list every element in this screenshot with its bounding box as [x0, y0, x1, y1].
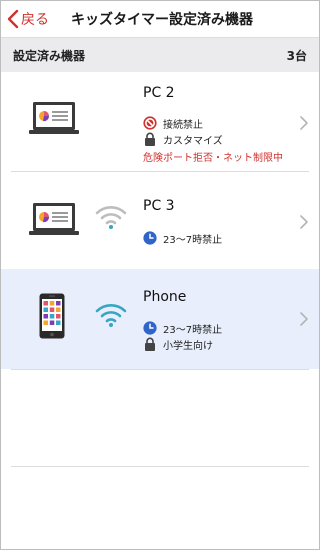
device-row-pc2[interactable]: PC 2 接続禁止 カスタマイズ 危険ポート拒否・ネット制限中 — [1, 73, 319, 171]
status-item: カスタマイズ — [143, 131, 223, 147]
status-item: 小学生向け — [143, 336, 213, 352]
warning-text: 危険ポート拒否・ネット制限中 — [143, 153, 283, 164]
page-title: キッズタイマー設定済み機器 — [71, 12, 253, 28]
chevron-right-icon — [300, 312, 308, 326]
device-row-phone[interactable]: Phone 23〜7時禁止 小学生向け — [1, 269, 319, 369]
status-text: 接続禁止 — [163, 119, 203, 131]
status-item: 接続禁止 — [143, 115, 203, 131]
status-text: 23〜7時禁止 — [163, 324, 223, 336]
chevron-right-icon — [300, 215, 308, 229]
row-divider — [11, 466, 309, 467]
laptop-icon — [29, 102, 79, 134]
clock-icon — [143, 321, 157, 335]
status-text: 23〜7時禁止 — [163, 234, 223, 246]
wifi-icon — [95, 206, 127, 229]
device-name: PC 3 — [143, 198, 175, 214]
status-text: 小学生向け — [163, 340, 213, 352]
section-title: 設定済み機器 — [13, 49, 86, 63]
section-header: 設定済み機器 3台 — [1, 38, 319, 72]
lock-icon — [145, 132, 155, 146]
block-icon — [143, 116, 157, 130]
device-row-pc3[interactable]: PC 3 23〜7時禁止 — [1, 172, 319, 269]
laptop-icon — [29, 203, 79, 235]
wifi-icon — [95, 304, 127, 327]
clock-icon — [143, 231, 157, 245]
app-window: 戻る キッズタイマー設定済み機器 設定済み機器 3台 PC 2 接続禁止 カスタ… — [0, 0, 320, 550]
navigation-bar: 戻る キッズタイマー設定済み機器 — [1, 1, 319, 38]
back-button[interactable]: 戻る — [7, 7, 49, 31]
phone-icon — [39, 293, 65, 339]
status-item: 23〜7時禁止 — [143, 230, 222, 246]
row-divider — [11, 369, 309, 370]
status-text: カスタマイズ — [163, 135, 223, 147]
chevron-left-icon — [7, 9, 19, 29]
status-item: 23〜7時禁止 — [143, 320, 222, 336]
back-label: 戻る — [21, 12, 49, 28]
device-name: Phone — [143, 289, 187, 305]
lock-icon — [145, 337, 155, 351]
device-count: 3台 — [286, 49, 307, 63]
chevron-right-icon — [300, 116, 308, 130]
device-name: PC 2 — [143, 85, 175, 101]
